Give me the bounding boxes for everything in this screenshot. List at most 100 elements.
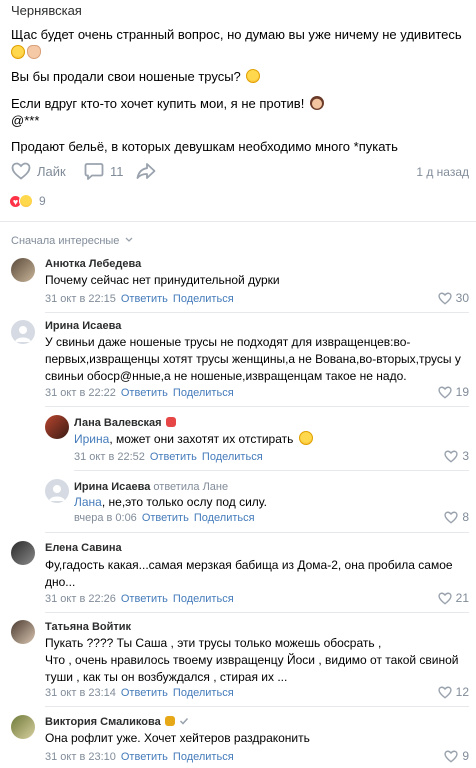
comments-button[interactable]: 11 xyxy=(84,162,124,180)
comment-like-button[interactable]: 9 xyxy=(444,749,469,763)
share-link[interactable]: Поделиться xyxy=(202,451,263,463)
post-actions: Лайк 11 xyxy=(11,162,469,184)
divider xyxy=(74,470,469,471)
share-button[interactable] xyxy=(136,162,156,180)
comment-like-button[interactable]: 30 xyxy=(437,291,469,305)
avatar[interactable] xyxy=(11,715,35,739)
comment-meta: 31 окт в 22:26 Ответить Поделиться xyxy=(45,593,234,605)
comment-meta: 31 окт в 22:22 Ответить Поделиться xyxy=(45,387,234,399)
comment-like-button[interactable]: 8 xyxy=(444,510,469,524)
avatar[interactable] xyxy=(45,479,69,503)
comment-date[interactable]: вчера в 0:06 xyxy=(74,512,137,524)
comment-author[interactable]: Ирина Исаева ответила Лане xyxy=(74,481,228,493)
reply-button[interactable]: Ответить xyxy=(150,451,197,463)
share-link[interactable]: Поделиться xyxy=(173,387,234,399)
avatar[interactable] xyxy=(11,620,35,644)
reply-button[interactable]: Ответить xyxy=(121,293,168,305)
heart-outline-icon xyxy=(437,592,452,605)
comment-like-button[interactable]: 3 xyxy=(444,449,469,463)
comment-meta: 31 окт в 23:14 Ответить Поделиться xyxy=(45,687,234,699)
comment-text: Фу,гадость какая...самая мерзкая бабища … xyxy=(45,558,453,589)
chevron-down-icon xyxy=(126,237,133,242)
reply-button[interactable]: Ответить xyxy=(121,687,168,699)
gift-badge-icon xyxy=(165,417,176,427)
comment-like-button[interactable]: 12 xyxy=(437,685,469,699)
share-arrow-icon xyxy=(136,163,156,179)
like-button[interactable]: Лайк xyxy=(11,162,66,180)
post-author[interactable]: Чернявская xyxy=(11,3,82,18)
comment-date[interactable]: 31 окт в 22:26 xyxy=(45,593,116,605)
reply-button[interactable]: Ответить xyxy=(121,387,168,399)
post-mention[interactable]: @*** xyxy=(11,112,39,129)
comment-text: Пукать ???? Ты Саша , эти трусы только м… xyxy=(45,636,459,684)
comment-meta: 31 окт в 23:10 Ответить Поделиться xyxy=(45,751,234,763)
reply-button[interactable]: Ответить xyxy=(121,751,168,763)
heart-outline-icon xyxy=(444,450,458,463)
reactions-summary[interactable]: ♥ 9 xyxy=(9,194,46,208)
avatar[interactable] xyxy=(45,415,69,439)
heart-outline-icon xyxy=(437,292,452,305)
share-link[interactable]: Поделиться xyxy=(173,593,234,605)
comment-date[interactable]: 31 окт в 22:22 xyxy=(45,387,116,399)
share-link[interactable]: Поделиться xyxy=(173,293,234,305)
post-time[interactable]: 1 д назад xyxy=(416,165,469,179)
heart-outline-icon xyxy=(444,750,458,763)
comment-text: У свиньи даже ношеные трусы не подходят … xyxy=(45,335,461,383)
comment-meta: вчера в 0:06 Ответить Поделиться xyxy=(74,512,255,524)
replied-to-label[interactable]: ответила Лане xyxy=(153,481,228,493)
reactions-count: 9 xyxy=(39,194,46,208)
like-label: Лайк xyxy=(37,163,66,179)
reply-button[interactable]: Ответить xyxy=(121,593,168,605)
divider xyxy=(45,612,469,613)
divider xyxy=(45,406,469,407)
like-count: 21 xyxy=(455,591,469,605)
comments-count: 11 xyxy=(110,163,124,179)
share-link[interactable]: Поделиться xyxy=(173,687,234,699)
like-count: 3 xyxy=(462,449,469,463)
default-user-icon xyxy=(15,326,31,342)
post-emoji-row xyxy=(11,44,41,61)
comment-author[interactable]: Елена Савина xyxy=(45,542,122,554)
reply-mention[interactable]: Лана xyxy=(74,495,102,509)
avatar[interactable] xyxy=(11,258,35,282)
comment-like-button[interactable]: 19 xyxy=(437,385,469,399)
comment-author[interactable]: Анютка Лебедева xyxy=(45,258,141,270)
heart-outline-icon xyxy=(437,386,452,399)
divider xyxy=(45,312,469,313)
reply-button[interactable]: Ответить xyxy=(142,512,189,524)
comment-author[interactable]: Лана Валевская xyxy=(74,417,176,429)
share-link[interactable]: Поделиться xyxy=(173,751,234,763)
like-count: 9 xyxy=(462,749,469,763)
comment-author[interactable]: Ирина Исаева xyxy=(45,320,121,332)
avatar[interactable] xyxy=(11,320,35,344)
woman-emoji-icon xyxy=(309,96,324,110)
post-text-line-2: Вы бы продали свои ношеные трусы? xyxy=(11,68,261,85)
comment-date[interactable]: 31 окт в 22:52 xyxy=(74,451,145,463)
laughing-emoji-icon xyxy=(298,431,313,445)
laughing-emoji-icon xyxy=(246,69,261,83)
comment-author[interactable]: Виктория Смаликова xyxy=(45,716,189,728)
comment-meta: 31 окт в 22:15 Ответить Поделиться xyxy=(45,293,234,305)
post-text-line-1: Щас будет очень странный вопрос, но дума… xyxy=(11,27,462,42)
gift-badge-icon xyxy=(164,716,175,726)
comment-date[interactable]: 31 окт в 23:14 xyxy=(45,687,116,699)
verified-check-icon xyxy=(179,717,188,725)
post-text-line-3: Если вдруг кто-то хочет купить мои, я не… xyxy=(11,95,324,112)
share-link[interactable]: Поделиться xyxy=(194,512,255,524)
comment-text: Она рофлит уже. Хочет хейтеров раздракон… xyxy=(45,731,310,745)
comments-sort[interactable]: Сначала интересные xyxy=(11,235,133,247)
comment-date[interactable]: 31 окт в 23:10 xyxy=(45,751,116,763)
ok-hand-emoji-icon xyxy=(27,45,41,59)
avatar[interactable] xyxy=(11,541,35,565)
comment-author[interactable]: Татьяна Войтик xyxy=(45,621,131,633)
reply-mention[interactable]: Ирина xyxy=(74,432,109,446)
like-count: 30 xyxy=(455,291,469,305)
comment-date[interactable]: 31 окт в 22:15 xyxy=(45,293,116,305)
laughing-reaction-icon xyxy=(19,194,33,208)
comment-icon xyxy=(84,163,104,180)
heart-outline-icon xyxy=(437,686,452,699)
post-text-line-5: Продают бельё, в которых девушкам необхо… xyxy=(11,139,398,154)
divider xyxy=(0,221,476,222)
default-user-icon xyxy=(49,485,65,501)
comment-like-button[interactable]: 21 xyxy=(437,591,469,605)
